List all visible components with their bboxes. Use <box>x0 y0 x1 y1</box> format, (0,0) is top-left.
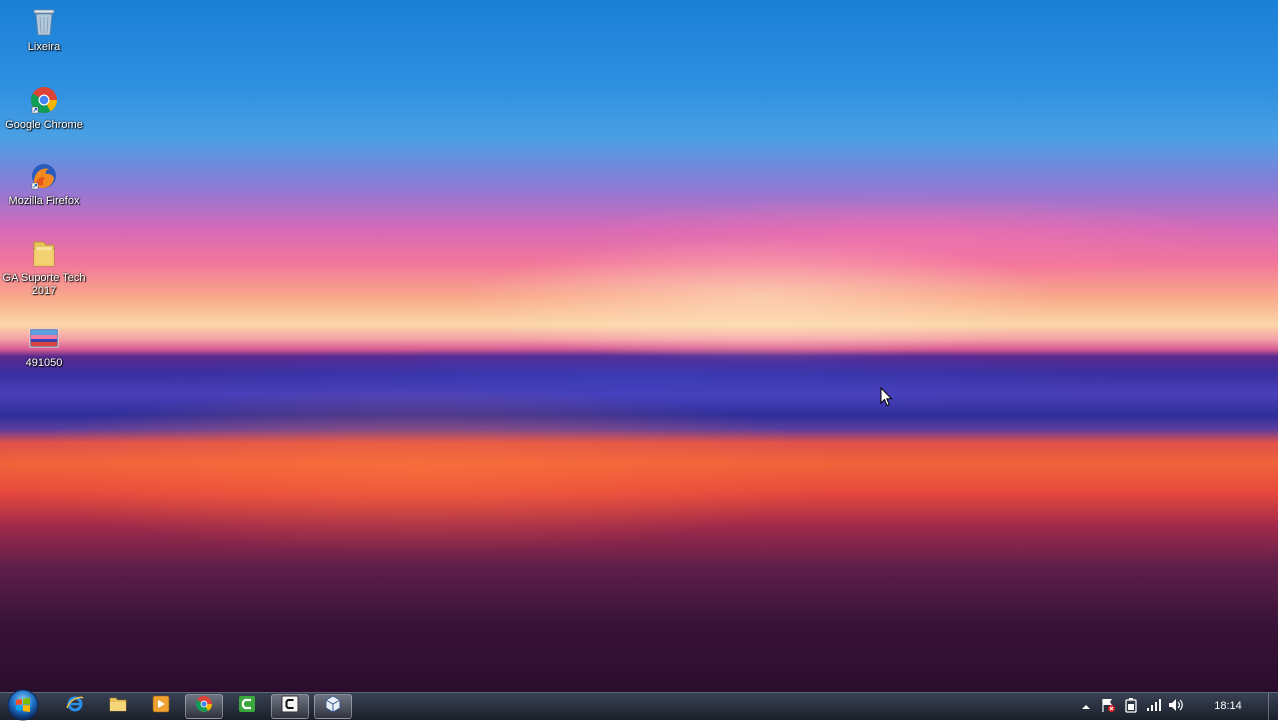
taskbar: 18:14 <box>0 689 1278 721</box>
taskbar-media-player[interactable] <box>142 694 180 719</box>
tray-power[interactable] <box>1123 697 1139 718</box>
desktop-wallpaper: Lixeira Google Chrome Mozilla Firefox GA… <box>0 0 1278 692</box>
desktop-icon-ga-suporte-folder[interactable]: GA Suporte Tech 2017 <box>1 237 87 298</box>
show-hidden-icons-button[interactable] <box>1078 699 1094 715</box>
wallpaper-sunset-glow <box>0 0 1278 692</box>
c-app-icon <box>281 695 299 718</box>
power-icon <box>1124 697 1138 718</box>
desktop-icon-label: Google Chrome <box>5 119 83 131</box>
tray-volume[interactable] <box>1168 698 1184 717</box>
taskbar-clock[interactable]: 18:14 <box>1206 700 1250 712</box>
network-signal-icon <box>1146 698 1162 717</box>
taskbar-c-app[interactable] <box>271 694 309 719</box>
taskbar-camtasia[interactable] <box>228 694 266 719</box>
taskbar-google-chrome[interactable] <box>185 694 223 719</box>
desktop-icon-label: Mozilla Firefox <box>8 195 80 207</box>
desktop-icon-mozilla-firefox[interactable]: Mozilla Firefox <box>1 160 87 208</box>
action-center-flag-icon <box>1100 697 1116 718</box>
firefox-icon <box>28 160 60 192</box>
taskbar-file-explorer[interactable] <box>99 694 137 719</box>
folder-icon <box>109 696 127 717</box>
taskbar-virtualbox[interactable] <box>314 694 352 719</box>
mouse-cursor-icon <box>880 386 893 412</box>
chrome-icon <box>28 84 60 116</box>
volume-icon <box>1168 698 1184 717</box>
folder-icon <box>28 237 60 269</box>
internet-explorer-icon <box>66 695 84 718</box>
desktop-icon-label: 491050 <box>25 357 63 369</box>
media-player-icon <box>152 695 170 718</box>
image-file-icon <box>28 322 60 354</box>
camtasia-icon <box>238 695 256 718</box>
chrome-icon <box>195 695 213 718</box>
desktop-icon-label: GA Suporte Tech 2017 <box>2 272 86 297</box>
virtualbox-icon <box>324 695 342 718</box>
desktop-icon-label: Lixeira <box>27 41 61 53</box>
show-desktop-button[interactable] <box>1268 693 1278 720</box>
desktop-icon-google-chrome[interactable]: Google Chrome <box>1 84 87 132</box>
windows-logo-icon <box>7 689 39 721</box>
start-button[interactable] <box>4 685 42 723</box>
tray-network[interactable] <box>1146 698 1162 717</box>
tray-action-center[interactable] <box>1100 697 1116 718</box>
show-hidden-icons-icon <box>1081 698 1091 716</box>
desktop-icon-recycle-bin[interactable]: Lixeira <box>1 6 87 54</box>
taskbar-internet-explorer[interactable] <box>56 694 94 719</box>
desktop-icon-491050-image[interactable]: 491050 <box>1 322 87 370</box>
recycle-bin-icon <box>28 6 60 38</box>
